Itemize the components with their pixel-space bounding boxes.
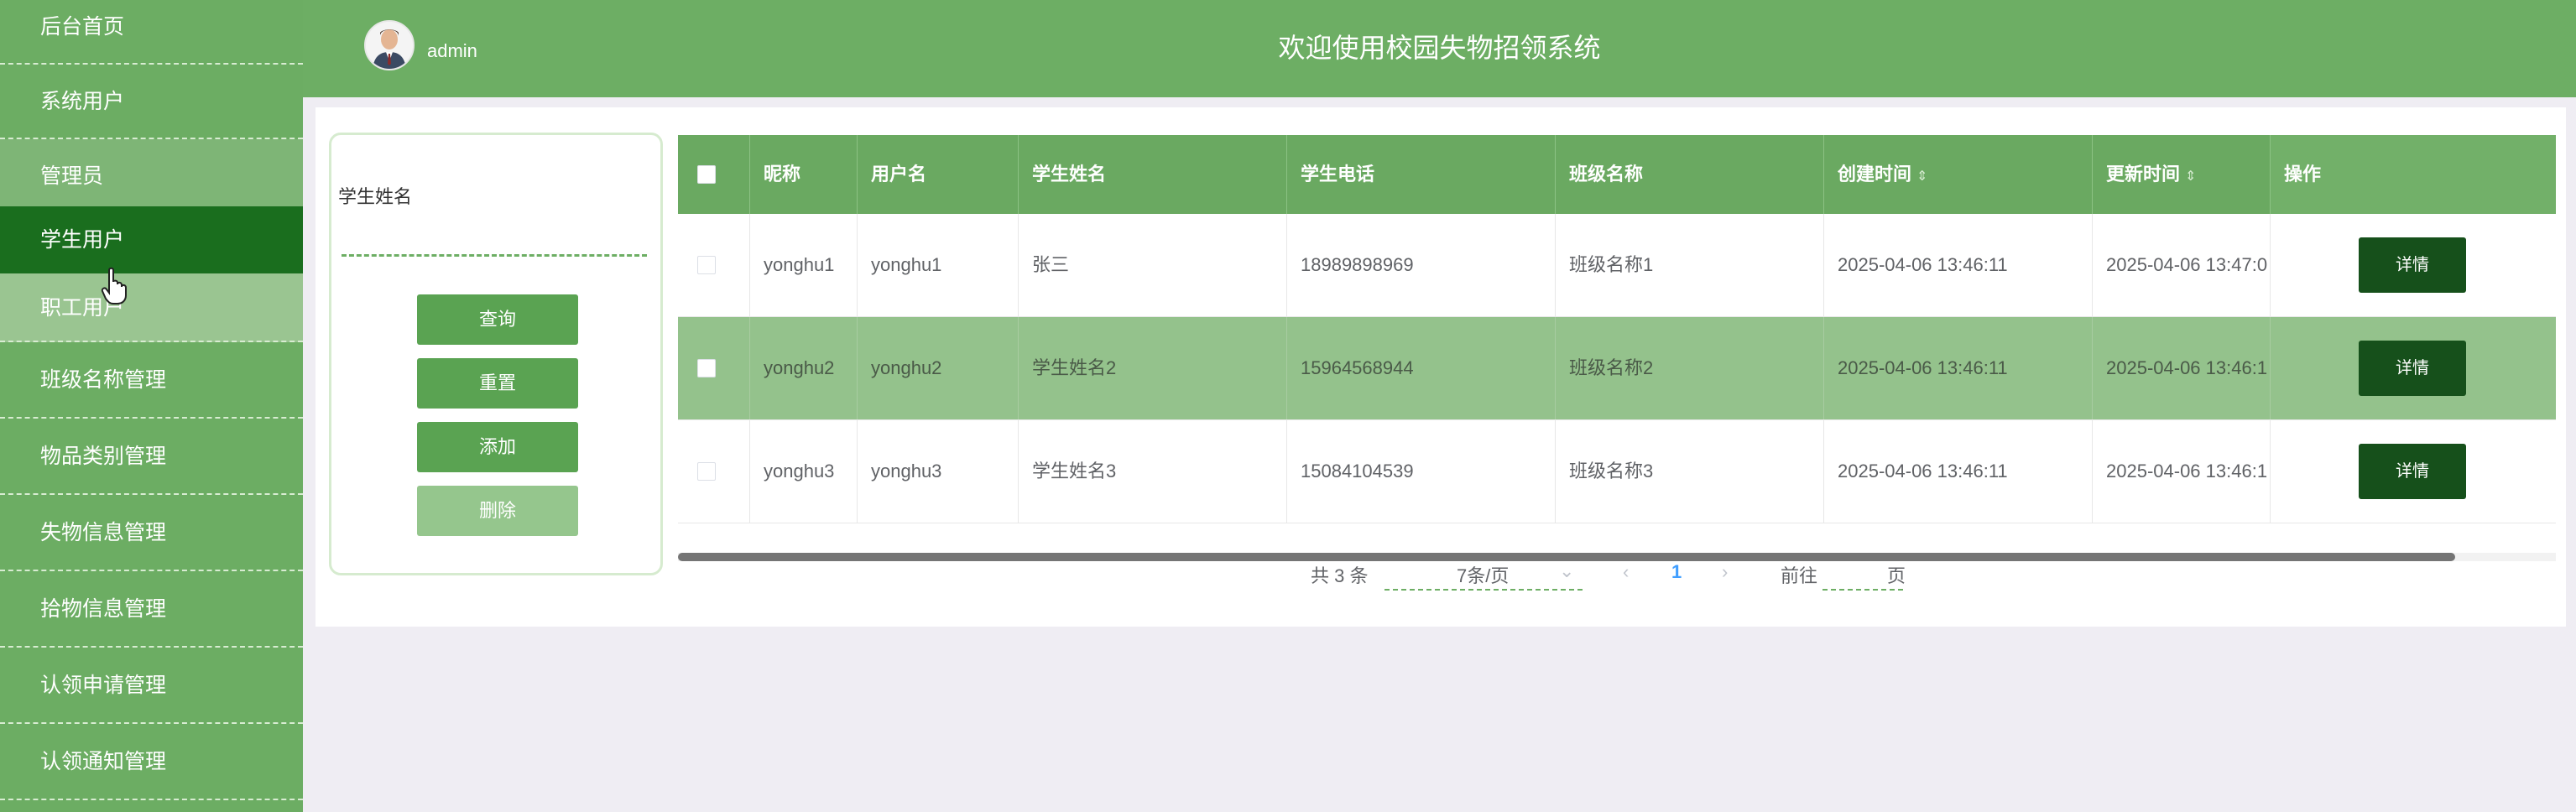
col-student-name: 学生姓名 <box>1019 135 1287 214</box>
chevron-down-icon: ⌄ <box>1559 560 1575 581</box>
sidebar-item-student-users[interactable]: 学生用户 <box>0 206 303 273</box>
col-updated[interactable]: 更新时间 ⇕ <box>2093 135 2271 214</box>
sort-icon[interactable]: ⇕ <box>2185 169 2196 184</box>
pagination-total: 共 3 条 <box>1311 565 1369 586</box>
cell-username: yonghu1 <box>858 214 1019 316</box>
sidebar-item-class-names[interactable]: 班级名称管理 <box>0 342 303 419</box>
col-username: 用户名 <box>858 135 1019 214</box>
table-row[interactable]: yonghu3 yonghu3 学生姓名3 15084104539 班级名称3 … <box>678 420 2556 523</box>
chevron-left-icon[interactable]: ‹ <box>1623 561 1629 583</box>
page-unit-label: 页 <box>1887 565 1906 586</box>
hand-cursor-icon <box>101 267 127 304</box>
row-checkbox[interactable] <box>697 462 716 481</box>
cell-username: yonghu2 <box>858 317 1019 419</box>
cell-nickname: yonghu2 <box>750 317 858 419</box>
row-checkbox[interactable] <box>697 359 716 377</box>
col-created-label: 创建时间 <box>1838 164 1912 185</box>
top-header: admin 欢迎使用校园失物招领系统 <box>303 0 2576 97</box>
sidebar-item-found-items[interactable]: 拾物信息管理 <box>0 571 303 648</box>
sidebar-item-claim-requests[interactable]: 认领申请管理 <box>0 648 303 724</box>
goto-label: 前往 <box>1781 565 1818 586</box>
select-all-checkbox[interactable] <box>697 165 716 184</box>
student-name-input[interactable] <box>342 211 647 257</box>
sidebar-item-staff-users[interactable]: 职工用户 <box>0 273 303 342</box>
sidebar-item-claim-notices[interactable]: 认领通知管理 <box>0 724 303 800</box>
sidebar-item-lost-items[interactable]: 失物信息管理 <box>0 495 303 571</box>
sidebar-item-item-categories[interactable]: 物品类别管理 <box>0 419 303 495</box>
cell-created: 2025-04-06 13:46:11 <box>1824 420 2093 523</box>
table-header: 昵称 用户名 学生姓名 学生电话 班级名称 创建时间 ⇕ 更新时间 ⇕ 操作 <box>678 135 2556 214</box>
col-class-name: 班级名称 <box>1556 135 1824 214</box>
add-button[interactable]: 添加 <box>417 422 578 472</box>
cell-updated: 2025-04-06 13:46:1 <box>2093 420 2271 523</box>
cell-class-name: 班级名称3 <box>1556 420 1824 523</box>
sidebar-item-system-users[interactable]: 系统用户 <box>0 65 303 139</box>
col-phone: 学生电话 <box>1287 135 1556 214</box>
cell-student-name: 学生姓名2 <box>1019 317 1287 419</box>
col-actions: 操作 <box>2271 135 2556 214</box>
cell-phone: 15084104539 <box>1287 420 1556 523</box>
cell-phone: 18989898969 <box>1287 214 1556 316</box>
cell-created: 2025-04-06 13:46:11 <box>1824 317 2093 419</box>
sidebar-item-home[interactable]: 后台首页 <box>0 0 303 65</box>
main-content: 学生姓名 查询 重置 添加 删除 昵称 用户名 学生姓名 学生电话 班级名称 创… <box>315 107 2566 627</box>
chevron-right-icon[interactable]: › <box>1722 561 1728 583</box>
table-row[interactable]: yonghu1 yonghu1 张三 18989898969 班级名称1 202… <box>678 214 2556 317</box>
sidebar: 后台首页 系统用户 管理员 学生用户 职工用户 班级名称管理 物品类别管理 失物… <box>0 0 303 812</box>
student-name-label: 学生姓名 <box>338 186 413 207</box>
cell-class-name: 班级名称1 <box>1556 214 1824 316</box>
detail-button[interactable]: 详情 <box>2359 237 2466 293</box>
cell-created: 2025-04-06 13:46:11 <box>1824 214 2093 316</box>
cell-class-name: 班级名称2 <box>1556 317 1824 419</box>
row-select-cell <box>678 317 750 419</box>
row-checkbox[interactable] <box>697 256 716 274</box>
col-created[interactable]: 创建时间 ⇕ <box>1824 135 2093 214</box>
page-number-current[interactable]: 1 <box>1671 561 1682 583</box>
page-size-select[interactable]: 7条/页 ⌄ <box>1384 552 1583 591</box>
page-size-value: 7条/页 <box>1457 565 1510 586</box>
reset-button[interactable]: 重置 <box>417 358 578 409</box>
cell-student-name: 张三 <box>1019 214 1287 316</box>
col-nickname: 昵称 <box>750 135 858 214</box>
cell-student-name: 学生姓名3 <box>1019 420 1287 523</box>
sidebar-item-admin[interactable]: 管理员 <box>0 139 303 214</box>
cell-nickname: yonghu3 <box>750 420 858 523</box>
row-select-cell <box>678 214 750 316</box>
sort-icon[interactable]: ⇕ <box>1916 169 1927 184</box>
search-panel: 学生姓名 查询 重置 添加 删除 <box>329 133 663 575</box>
delete-button[interactable]: 删除 <box>417 486 578 536</box>
query-button[interactable]: 查询 <box>417 294 578 345</box>
detail-button[interactable]: 详情 <box>2359 444 2466 499</box>
cell-username: yonghu3 <box>858 420 1019 523</box>
table-row[interactable]: yonghu2 yonghu2 学生姓名2 15964568944 班级名称2 … <box>678 317 2556 420</box>
cell-updated: 2025-04-06 13:47:0 <box>2093 214 2271 316</box>
cell-phone: 15964568944 <box>1287 317 1556 419</box>
select-all-cell <box>678 135 750 214</box>
page-title: 欢迎使用校园失物招领系统 <box>1278 33 1601 63</box>
detail-button[interactable]: 详情 <box>2359 341 2466 396</box>
cell-updated: 2025-04-06 13:46:1 <box>2093 317 2271 419</box>
col-updated-label: 更新时间 <box>2106 164 2181 185</box>
row-select-cell <box>678 420 750 523</box>
cell-nickname: yonghu1 <box>750 214 858 316</box>
